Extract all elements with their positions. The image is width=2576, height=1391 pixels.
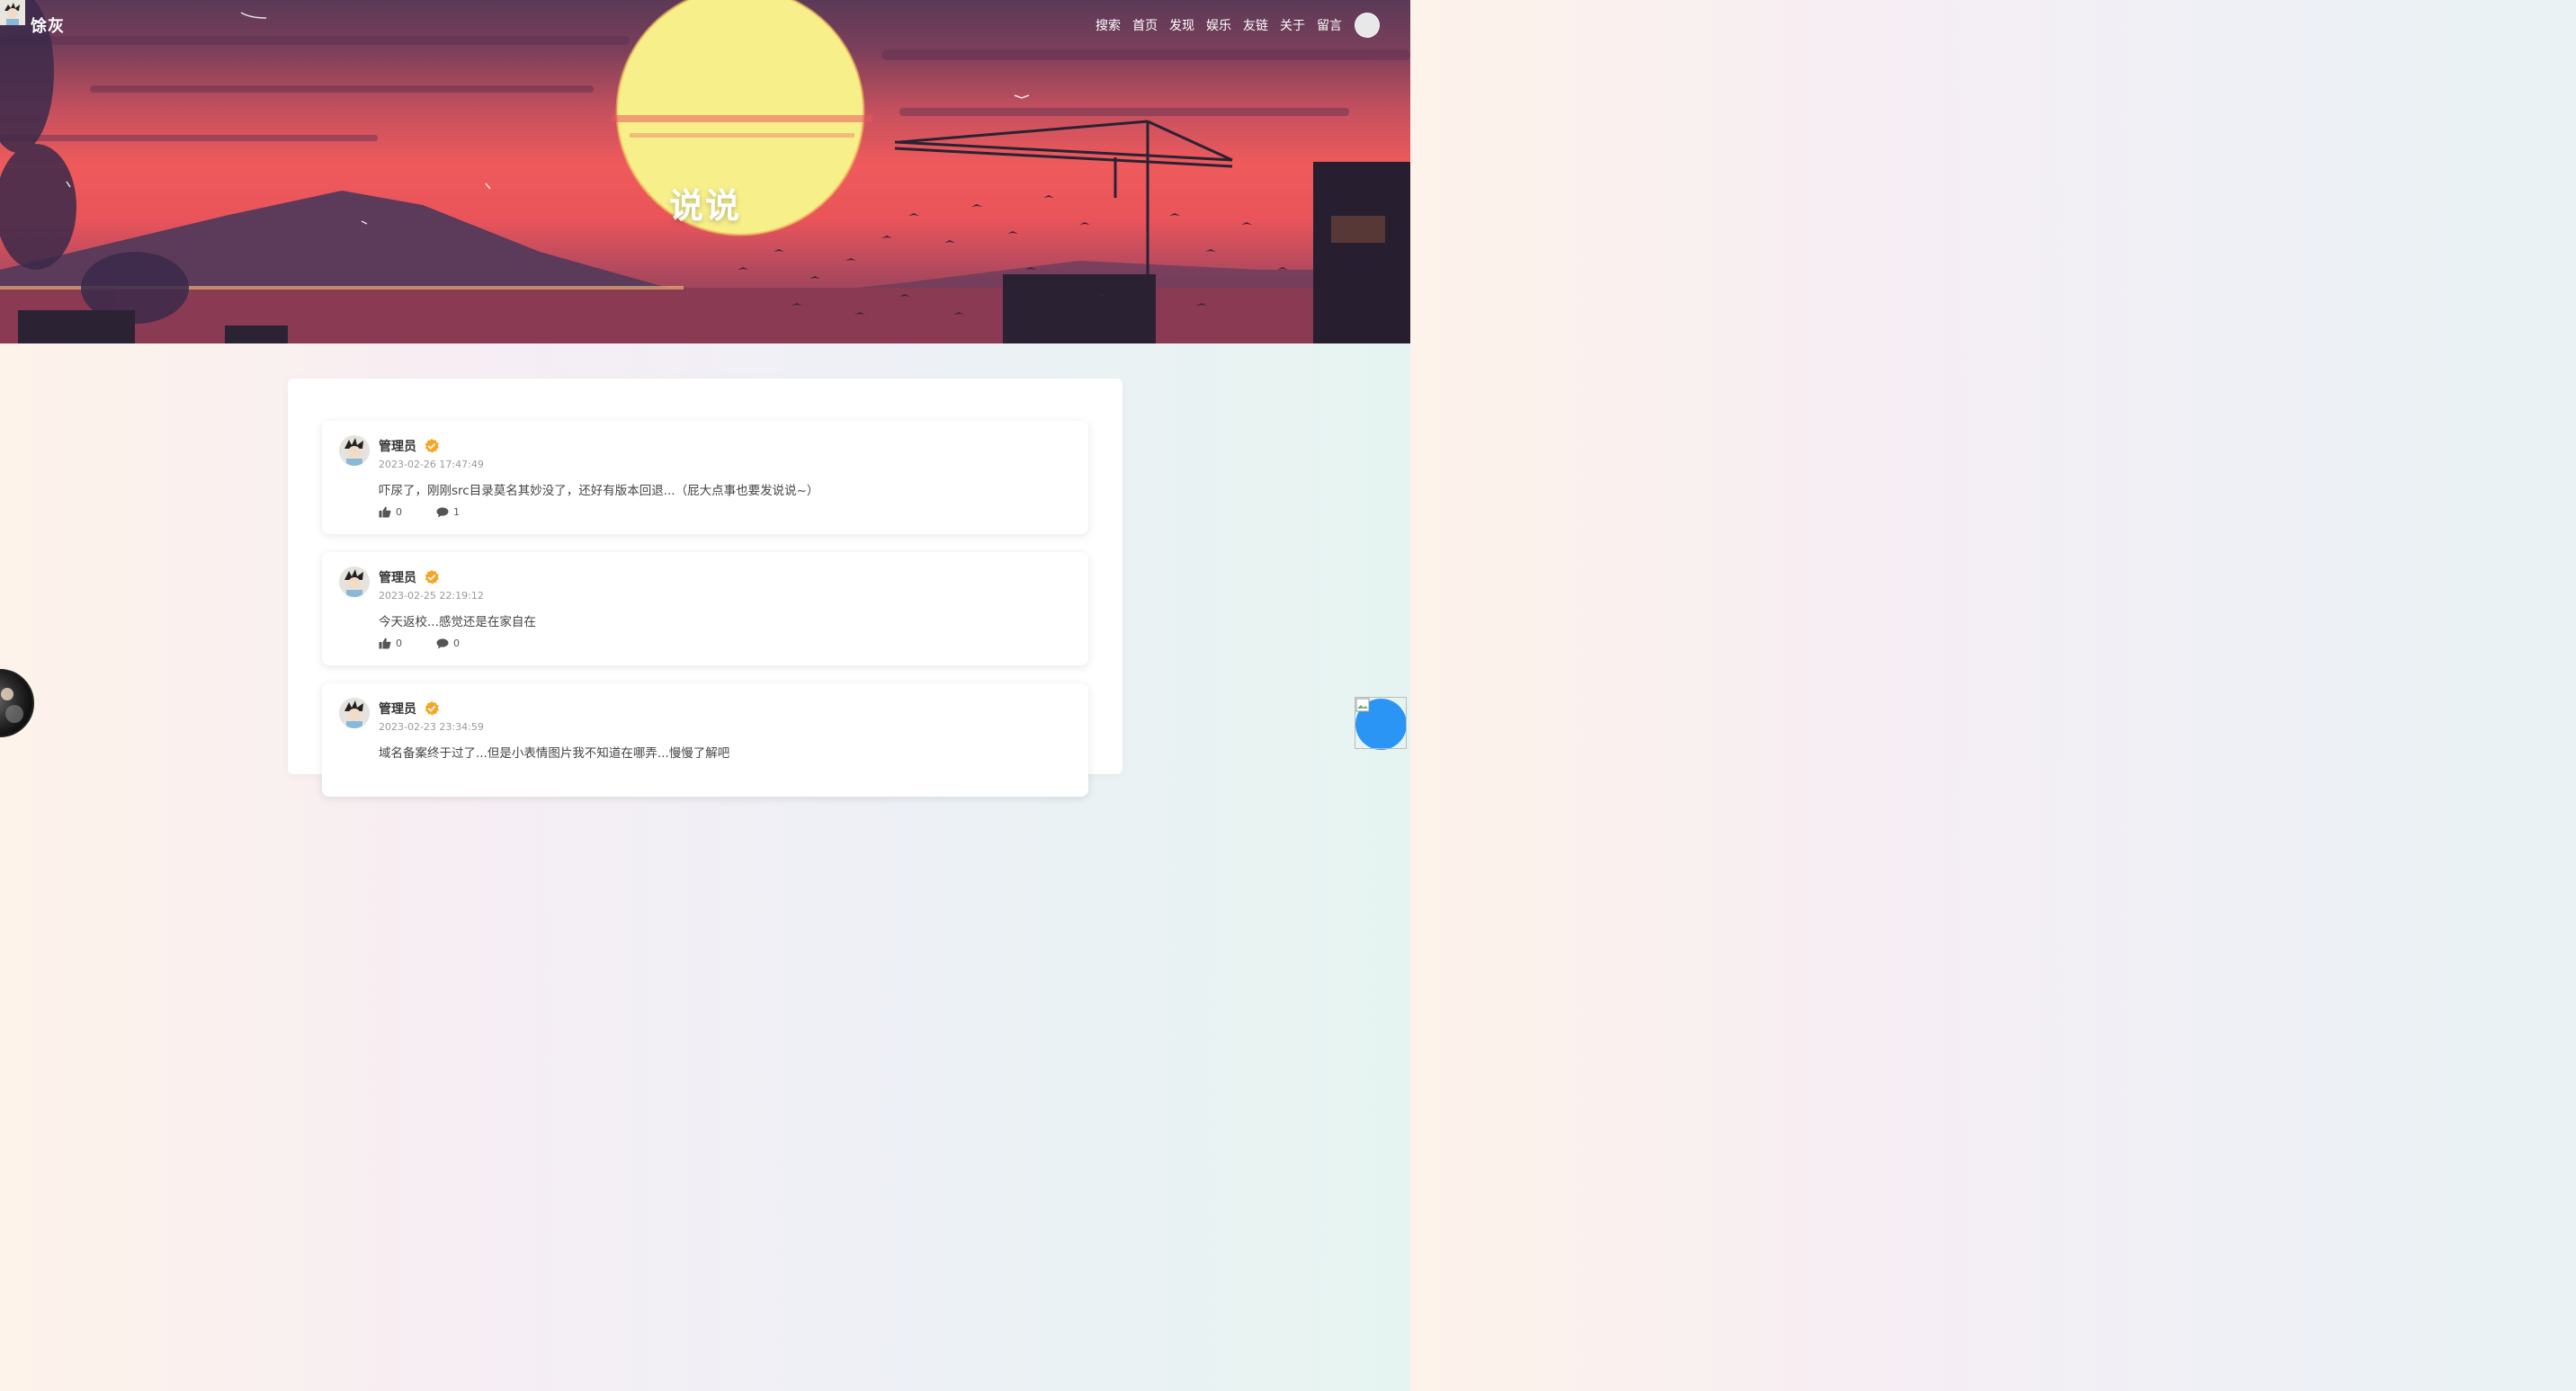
broken-image-icon: [1355, 698, 1370, 712]
nav-messages-label: 留言: [1317, 19, 1342, 33]
nav-search[interactable]: 搜索: [0, 0, 1121, 36]
post-content: 吓尿了，刚刚src目录莫名其妙没了，还好有版本回退...（屁大点事也要发说说~）: [379, 484, 819, 498]
thumbs-up-icon: [379, 638, 391, 649]
nav-entertainment[interactable]: 娱乐: [0, 0, 1231, 36]
verified-badge-icon: [425, 700, 439, 716]
author-avatar[interactable]: [339, 566, 370, 597]
avatar-image: [339, 435, 370, 466]
post-content: 域名备案终于过了...但是小表情图片我不知道在哪弄...慢慢了解吧: [379, 746, 730, 761]
author-avatar[interactable]: [339, 435, 370, 466]
like-count: 0: [396, 506, 402, 518]
like-button[interactable]: 0: [379, 638, 402, 649]
author-name: 管理员: [379, 437, 440, 455]
comment-count: 0: [453, 638, 460, 649]
post-timestamp: 2023-02-23 23:34:59: [379, 721, 484, 733]
moment-item: 管理员 2023-02-26 17:47:49 吓尿了，刚刚src目录莫名其妙没…: [322, 421, 1088, 534]
nav-home[interactable]: 首页: [1, 1, 1158, 36]
post-actions: 0 0: [379, 638, 494, 649]
header-banner: 馀灰 搜索 首页 发现 娱乐 友链 关于 留言 说说: [0, 0, 1410, 343]
comment-count: 1: [453, 506, 460, 518]
broken-image-placeholder: [1355, 697, 1407, 749]
author-name-text: 管理员: [379, 702, 416, 717]
avatar-image: [339, 566, 370, 597]
page-title: 说说: [668, 186, 741, 226]
verified-badge-icon: [425, 569, 439, 584]
nav-menu: 搜索 首页 发现 娱乐 友链 关于 留言: [0, 0, 1380, 38]
post-timestamp: 2023-02-26 17:47:49: [379, 459, 484, 470]
comment-button[interactable]: 0: [436, 638, 460, 649]
nav-entertainment-label: 娱乐: [1206, 19, 1231, 33]
top-navbar: 馀灰 搜索 首页 发现 娱乐 友链 关于 留言: [0, 0, 1410, 50]
nav-discover[interactable]: 发现: [0, 0, 1194, 36]
nav-search-label: 搜索: [1096, 19, 1121, 33]
user-avatar[interactable]: [0, 0, 1380, 38]
verified-badge-icon: [425, 438, 439, 453]
comment-icon: [436, 638, 449, 648]
album-cover-icon: [1, 688, 23, 723]
avatar-image: [339, 698, 370, 728]
author-name: 管理员: [379, 700, 440, 718]
site-logo[interactable]: 馀灰: [31, 13, 65, 37]
post-timestamp: 2023-02-25 22:19:12: [379, 590, 484, 602]
moments-card: 管理员 2023-02-26 17:47:49 吓尿了，刚刚src目录莫名其妙没…: [288, 379, 1123, 797]
thumbs-up-icon: [379, 506, 391, 518]
nav-messages[interactable]: 留言: [0, 1, 1342, 36]
nav-about-label: 关于: [1280, 19, 1305, 33]
like-count: 0: [396, 638, 402, 649]
music-player-disc[interactable]: [0, 669, 34, 737]
nav-home-label: 首页: [1132, 19, 1158, 33]
like-button[interactable]: 0: [379, 506, 402, 518]
moment-item: 管理员 2023-02-23 23:34:59 域名备案终于过了...但是小表情…: [322, 683, 1088, 797]
post-content: 今天返校...感觉还是在家自在: [379, 615, 536, 629]
nav-friends[interactable]: 友链: [0, 3, 1268, 36]
sunset-illustration: [0, 0, 1410, 343]
nav-discover-label: 发现: [1169, 19, 1194, 33]
author-name: 管理员: [379, 568, 440, 586]
post-actions: 0 1: [379, 506, 494, 518]
author-name-text: 管理员: [379, 571, 416, 585]
comment-icon: [436, 506, 449, 517]
author-avatar[interactable]: [339, 698, 370, 728]
comment-button[interactable]: 1: [436, 506, 460, 518]
author-name-text: 管理员: [379, 440, 416, 454]
nav-friends-label: 友链: [1243, 19, 1268, 33]
nav-about[interactable]: 关于: [0, 0, 1305, 36]
moment-item: 管理员 2023-02-25 22:19:12 今天返校...感觉还是在家自在 …: [322, 552, 1088, 665]
